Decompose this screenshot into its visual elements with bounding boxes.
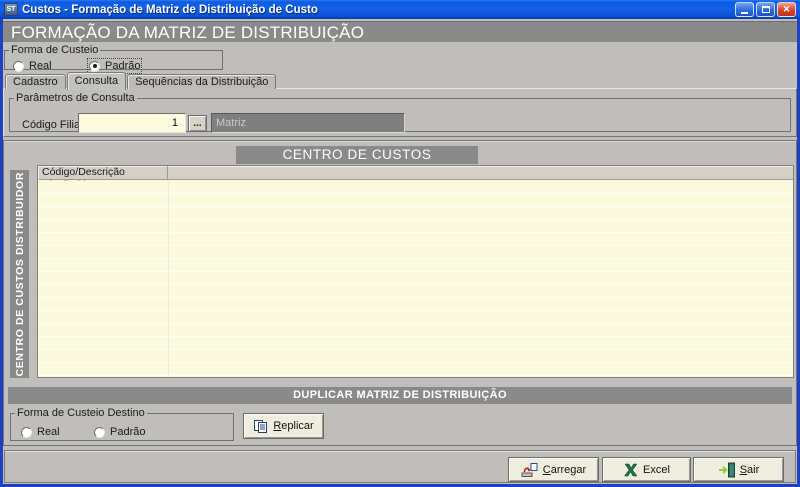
replicar-button[interactable]: Replicar	[243, 413, 324, 439]
radio-destino-padrao-label: Padrão	[110, 426, 145, 438]
tab-sequencias-da-distribuicao[interactable]: Sequências da Distribuição	[127, 74, 276, 89]
titlebar: ST Custos - Formação de Matriz de Distri…	[0, 0, 800, 19]
column-header-rest	[168, 166, 793, 179]
footer-bar: Carregar Excel Sair	[4, 450, 796, 483]
centro-de-custos-distribuidor-axis: CENTRO DE CUSTOS DISTRIBUIDOR	[10, 170, 29, 378]
exit-door-icon	[718, 462, 735, 478]
app-window: ST Custos - Formação de Matriz de Distri…	[0, 0, 800, 487]
sair-label-rest: air	[747, 464, 759, 476]
maximize-button[interactable]	[756, 2, 775, 17]
close-button[interactable]: ✕	[777, 2, 796, 17]
close-icon: ✕	[783, 4, 791, 15]
carregar-button[interactable]: Carregar	[508, 457, 599, 482]
tab-cadastro[interactable]: Cadastro	[5, 74, 66, 89]
browse-filial-button[interactable]: ...	[188, 115, 207, 132]
grid-header-row: Código/Descrição Distribuidora	[38, 166, 793, 180]
codigo-filial-label: Código Filial	[22, 119, 83, 131]
forma-de-custeio-destino-group: Forma de Custeio Destino Real Padrão	[10, 407, 234, 441]
window-content: FORMAÇÃO DA MATRIZ DE DISTRIBUIÇÃO Forma…	[3, 19, 797, 484]
minimize-icon	[741, 12, 748, 14]
radio-destino-padrao[interactable]: Padrão	[94, 426, 145, 438]
forma-de-custeio-legend: Forma de Custeio	[9, 44, 100, 56]
excel-button[interactable]: Excel	[602, 457, 691, 482]
filial-nome-field: Matriz	[211, 113, 405, 133]
grid-column-separator	[168, 181, 169, 377]
radio-destino-real-circle[interactable]	[21, 427, 32, 438]
radio-padrao-circle[interactable]	[89, 61, 100, 72]
minimize-button[interactable]	[735, 2, 754, 17]
sair-label: S	[740, 464, 747, 476]
centro-de-custos-recebedor-header: CENTRO DE CUSTOS RECEBEDOR	[236, 146, 478, 164]
tab-consulta[interactable]: Consulta	[67, 72, 126, 90]
copy-pages-icon	[253, 419, 268, 434]
sair-button[interactable]: Sair	[693, 457, 784, 482]
excel-label: Excel	[643, 464, 670, 476]
parametros-de-consulta-group: Parâmetros de Consulta Código Filial ...…	[9, 92, 791, 132]
centro-de-custos-distribuidor-label: CENTRO DE CUSTOS DISTRIBUIDOR	[14, 172, 26, 376]
column-header-codigo-descricao-distribuidora[interactable]: Código/Descrição Distribuidora	[38, 166, 168, 180]
matriz-grid[interactable]: Código/Descrição Distribuidora	[37, 165, 794, 378]
maximize-icon	[762, 6, 770, 13]
excel-icon	[623, 463, 638, 477]
matriz-panel: CENTRO DE CUSTOS RECEBEDOR CENTRO DE CUS…	[3, 140, 797, 446]
codigo-filial-input[interactable]	[78, 113, 186, 133]
forma-de-custeio-destino-legend: Forma de Custeio Destino	[15, 407, 147, 419]
grid-body[interactable]	[38, 181, 793, 377]
parametros-de-consulta-legend: Parâmetros de Consulta	[14, 92, 137, 104]
app-icon: ST	[4, 3, 18, 16]
replicar-label-rest: eplicar	[281, 420, 313, 432]
carregar-label: C	[543, 464, 551, 476]
carregar-label-rest: arregar	[551, 464, 586, 476]
forma-de-custeio-group: Forma de Custeio Real Padrão	[4, 44, 223, 70]
radio-real-circle[interactable]	[13, 61, 24, 72]
page-title: FORMAÇÃO DA MATRIZ DE DISTRIBUIÇÃO	[3, 21, 797, 42]
radio-destino-real[interactable]: Real	[21, 426, 60, 438]
radio-destino-real-label: Real	[37, 426, 60, 438]
window-title: Custos - Formação de Matriz de Distribui…	[22, 4, 318, 16]
duplicar-matriz-header: DUPLICAR MATRIZ DE DISTRIBUIÇÃO	[8, 387, 792, 404]
radio-destino-padrao-circle[interactable]	[94, 427, 105, 438]
consulta-tab-panel: Parâmetros de Consulta Código Filial ...…	[3, 88, 797, 137]
load-icon	[521, 462, 538, 478]
tab-strip: Cadastro Consulta Sequências da Distribu…	[5, 71, 277, 89]
